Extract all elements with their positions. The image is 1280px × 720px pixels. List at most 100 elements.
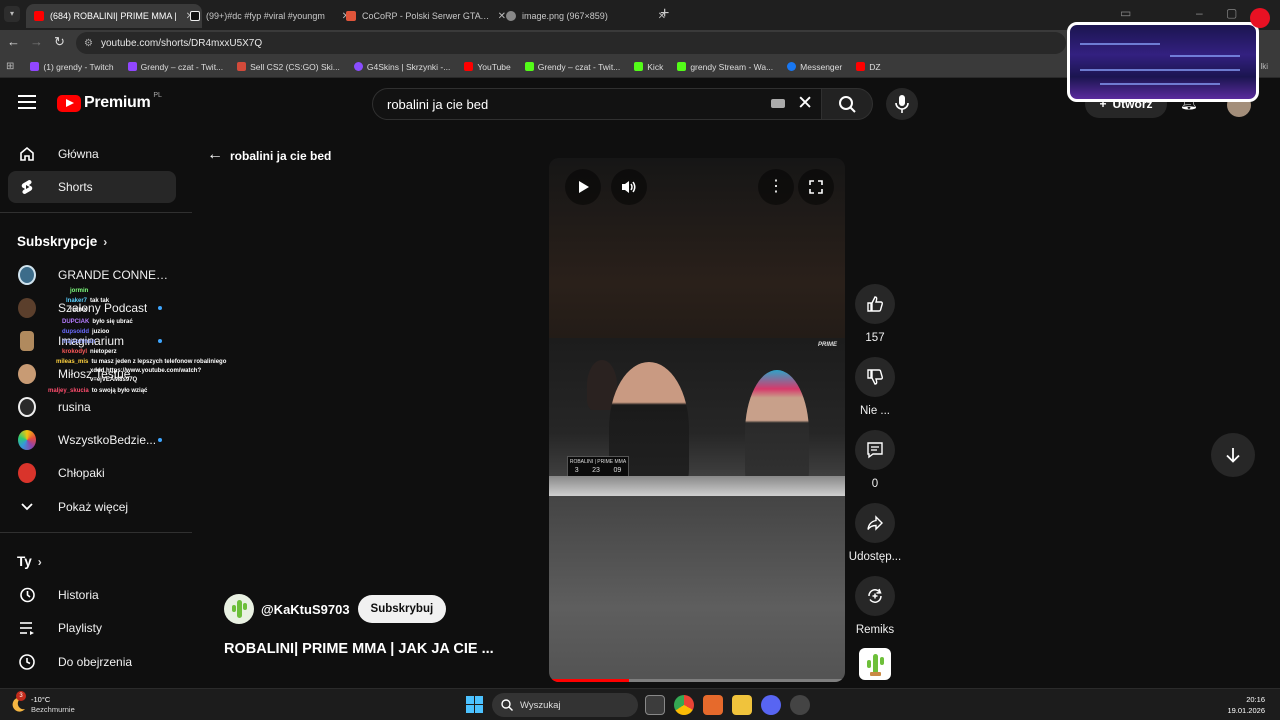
sidebar-item-subscription[interactable]: WszystkoBedzie... [8,424,176,456]
you-heading[interactable]: Ty › [17,554,42,569]
channel-handle[interactable]: @KaKtuS9703 [261,602,350,617]
dislike-button[interactable]: Nie ... [847,357,903,417]
shorts-video-player[interactable]: ROBALINI | PRIME MMA 3 23 09 PRIME ⋮ [549,158,845,682]
bookmark-item[interactable]: Grendy – czat - Twit... [524,62,620,72]
floating-video-overlay[interactable] [1067,22,1259,102]
voice-search-button[interactable] [886,88,918,120]
new-tab-button[interactable]: + [660,5,669,23]
chrome-icon[interactable] [674,695,694,715]
back-icon[interactable]: ← [7,34,20,49]
fullscreen-button[interactable] [798,169,834,205]
file-explorer-icon[interactable] [732,695,752,715]
search-button[interactable] [821,88,873,120]
discord-icon[interactable] [761,695,781,715]
chat-text: v=ejVEAM8s97Q [90,377,138,383]
browser-tab-image[interactable]: image.png (967×859) ✕ [498,4,674,28]
bookmarks-overflow[interactable]: lki [1260,62,1268,71]
sidebar-item-show-more[interactable]: Pokaż więcej [8,491,176,523]
play-button[interactable] [565,169,601,205]
minimize-icon[interactable]: – [1196,6,1203,20]
chat-text: juzioo [92,329,110,335]
bookmark-item[interactable]: (1) grendy - Twitch [30,62,114,72]
new-content-dot [158,438,162,442]
reload-icon[interactable]: ↻ [54,34,65,50]
sidebar-item-label: Główna [58,147,99,161]
subscriptions-heading[interactable]: Subskrypcje › [17,234,107,249]
bookmark-item[interactable]: grendy Stream - Wa... [677,62,773,72]
video-progress-bar[interactable] [549,679,845,682]
comments-button[interactable]: 0 [847,430,903,490]
clear-search-icon[interactable]: ✕ [797,92,813,116]
search-icon [839,96,856,113]
system-clock[interactable]: 20:16 19.01.2026 [1227,694,1265,716]
channel-avatar[interactable] [224,594,254,624]
thumb-up-icon [855,284,895,324]
sidebar-item-shorts[interactable]: Shorts [8,171,176,203]
search-input[interactable]: robalini ja cie bed ✕ [372,88,822,120]
remix-button[interactable]: Remiks [847,576,903,636]
bookmark-item[interactable]: Messenger [787,62,842,72]
menu-icon[interactable] [18,95,36,109]
maximize-icon[interactable]: ▢ [1226,6,1237,20]
keyboard-icon[interactable] [771,99,785,108]
page-scrollbar[interactable] [1272,132,1278,688]
chat-message: mileas_mis tu masz jeden z lepszych telef… [56,359,226,365]
youtube-premium-logo[interactable]: Premium PL [57,92,162,112]
cast-icon[interactable]: ▭ [1120,6,1131,20]
windows-start-icon[interactable] [466,696,483,713]
share-button[interactable]: Udostęp... [847,503,903,563]
channel-avatar [18,331,36,351]
task-view-icon[interactable] [645,695,665,715]
tab-search-button[interactable]: ▾ [4,6,20,22]
banner-counter: 3 23 09 [568,467,628,474]
bookmark-item[interactable]: Kick [634,62,663,72]
short-title[interactable]: ROBALINI| PRIME MMA | JAK JA CIE ... [224,641,494,657]
url-text: youtube.com/shorts/DR4mxxU5X7Q [100,37,263,49]
next-short-button[interactable] [1211,433,1255,477]
channel-avatar [18,397,36,417]
chat-user: dupsoidd [62,329,89,335]
cactus-icon [232,600,247,618]
sidebar-item-subscription[interactable]: GRANDE CONNECT... [8,259,176,291]
browser-tab-cocorp[interactable]: CoCoRP - Polski Serwer GTA RP ✕ [338,4,514,28]
sidebar-item-subscription[interactable]: Chłopaki [8,457,176,489]
subscribe-button[interactable]: Subskrybuj [357,595,447,623]
sound-thumbnail[interactable] [859,648,891,680]
channel-avatar [18,265,36,285]
skins-icon [237,62,247,71]
sidebar-item-subscription[interactable]: rusina [8,391,176,423]
site-info-icon[interactable]: ⚙ [84,38,93,49]
history-icon [18,586,36,604]
weather-condition[interactable]: Bezchmurnie [31,705,75,714]
chat-message: xddd https://www.youtube.com/watch? [90,368,201,374]
volume-button[interactable] [611,169,647,205]
bookmark-item[interactable]: G4Skins | Skrzynki -... [353,61,451,72]
bookmark-label: Grendy – czat - Twit... [140,61,224,72]
address-bar[interactable]: ⚙ youtube.com/shorts/DR4mxxU5X7Q [76,32,1066,54]
sidebar-item-watch-later[interactable]: Do obejrzenia [8,646,176,678]
apps-grid-icon[interactable]: ⊞ [6,61,14,72]
back-arrow-icon[interactable]: ← [207,146,223,164]
app-circle-icon[interactable] [790,695,810,715]
bookmark-item[interactable]: Grendy – czat - Twit... [127,61,224,72]
forward-icon[interactable]: → [30,34,43,49]
bookmark-item[interactable]: DZ [856,62,881,72]
sidebar-item-playlists[interactable]: Playlisty [8,612,176,644]
bookmark-label: G4Skins | Skrzynki -... [366,61,451,72]
tab-title: image.png (967×859) [522,11,608,21]
bookmark-item[interactable]: YouTube [464,62,511,72]
like-button[interactable]: 157 [847,284,903,344]
app-orange-icon[interactable] [703,695,723,715]
sidebar-item-history[interactable]: Historia [8,579,176,611]
overlay-stripe [1100,83,1220,85]
taskbar-search[interactable]: Wyszukaj [492,693,638,717]
channel-avatar [18,364,36,384]
taskbar-search-label: Wyszukaj [520,699,561,711]
more-options-button[interactable]: ⋮ [758,169,794,205]
browser-tab-tiktok[interactable]: (99+)#dc #fyp #viral #youngm ✕ [182,4,358,28]
sidebar-item-home[interactable]: Główna [8,138,176,170]
browser-tab-youtube[interactable]: (684) ROBALINI| PRIME MMA | ✕ [26,4,202,28]
counter-hours: 23 [592,467,600,474]
bookmark-item[interactable]: Sell CS2 (CS:GO) Ski... [237,62,340,72]
weather-temperature[interactable]: -10°C [31,695,50,704]
